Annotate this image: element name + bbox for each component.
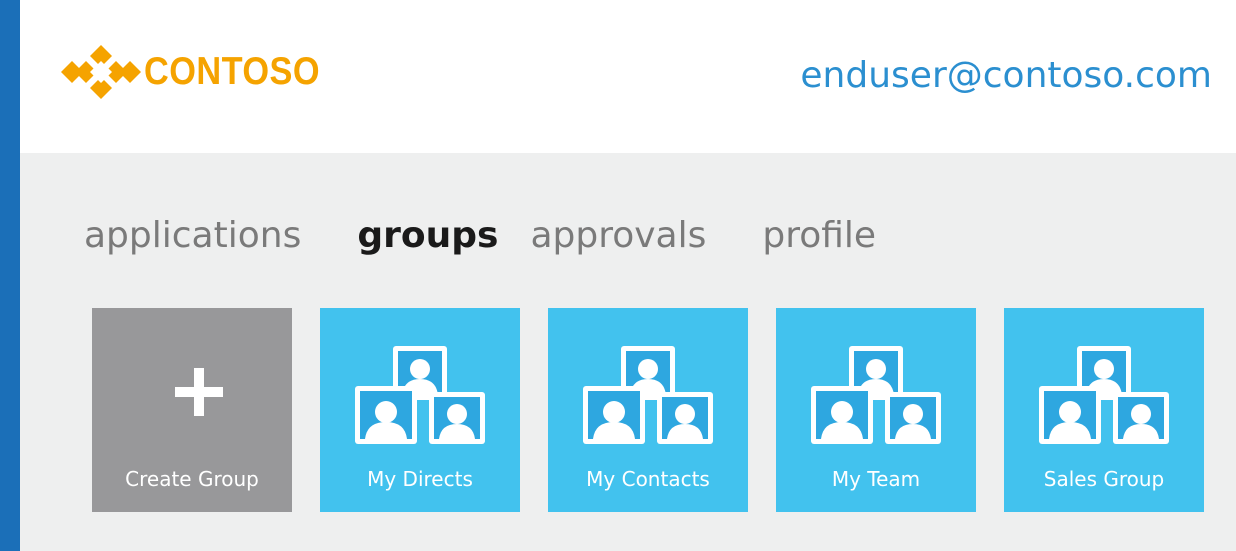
create-group-tile[interactable]: Create Group [92, 308, 292, 512]
logo-text: CONTOSO [144, 50, 320, 93]
user-email[interactable]: enduser@contoso.com [800, 52, 1212, 100]
group-tiles: Create Group My Directs My Contacts My T… [92, 308, 1232, 512]
group-icon [1037, 342, 1171, 446]
group-icon [353, 342, 487, 446]
tile-label: My Contacts [586, 467, 710, 491]
contoso-logo[interactable]: CONTOSO [60, 43, 344, 101]
group-tile-my-directs[interactable]: My Directs [320, 308, 520, 512]
tab-applications[interactable]: applications [84, 209, 301, 263]
main-content: applications groups approvals profile Cr… [20, 153, 1236, 551]
nav-tabs: applications groups approvals profile [84, 209, 932, 263]
group-tile-my-team[interactable]: My Team [776, 308, 976, 512]
group-icon [809, 342, 943, 446]
tab-profile[interactable]: profile [762, 209, 876, 263]
contoso-logo-mark-icon [61, 45, 141, 99]
left-accent-bar [0, 0, 20, 551]
header: CONTOSO enduser@contoso.com [20, 0, 1236, 153]
tile-label: Create Group [125, 467, 259, 491]
group-icon [581, 342, 715, 446]
tile-label: My Team [831, 467, 921, 491]
group-tile-my-contacts[interactable]: My Contacts [548, 308, 748, 512]
tile-label: Sales Group [1043, 467, 1165, 491]
plus-icon [175, 368, 223, 416]
group-tile-sales-group[interactable]: Sales Group [1004, 308, 1204, 512]
tile-label: My Directs [367, 467, 473, 491]
tab-approvals[interactable]: approvals [530, 209, 706, 263]
tab-groups[interactable]: groups [357, 209, 498, 263]
